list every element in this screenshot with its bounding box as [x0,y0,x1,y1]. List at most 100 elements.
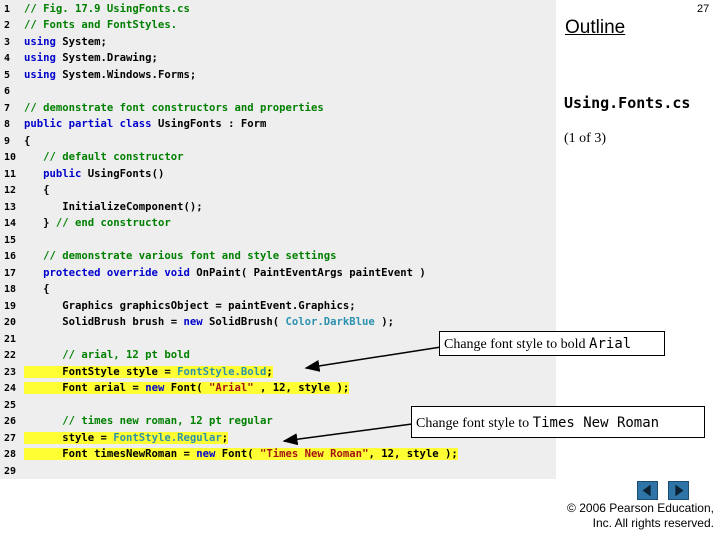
code-text: // arial, 12 pt bold [24,349,190,361]
code-token: } [24,217,56,229]
line-number: 9 [4,135,11,147]
code-token: // arial, 12 pt bold [24,349,190,361]
code-text: // times new roman, 12 pt regular [24,415,273,427]
code-text: public partial class UsingFonts : Form [24,118,266,130]
code-line: 10 // default constructor [0,149,556,166]
code-token: Font arial = [24,382,146,394]
code-text: using System.Drawing; [24,52,158,64]
line-number: 8 [4,119,11,130]
code-token: using [24,52,56,64]
line-number: 6 [4,86,11,97]
code-text: // Fig. 17.9 UsingFonts.cs [24,3,190,15]
code-line: 24 Font arial = new Font( "Arial" , 12, … [0,380,556,397]
code-line: 1 // Fig. 17.9 UsingFonts.cs [0,1,556,18]
code-text: SolidBrush brush = new SolidBrush( Color… [24,316,394,328]
callout-text: Change font style to [416,416,533,431]
code-token: "Arial" [208,382,254,394]
code-line: 7 // demonstrate font constructors and pr… [0,100,556,117]
code-token: SolidBrush( [202,316,286,328]
line-number: 11 [4,168,17,180]
line-number: 2 [4,20,11,31]
code-token: new [196,448,216,460]
code-token: protected override void [24,266,190,279]
code-token: System.Drawing; [55,52,158,64]
code-token: // Fonts and FontStyles. [24,19,178,31]
code-token: System; [55,35,107,48]
line-number: 10 [4,152,17,163]
line-number: 20 [4,317,17,328]
code-token: // times new roman, 12 pt regular [24,415,273,427]
code-line: 9{ [0,133,556,150]
callout-text: Change font style to bold [444,337,590,352]
code-text: Font arial = new Font( "Arial" , 12, sty… [24,382,350,394]
code-text: } // end constructor [24,217,171,229]
next-slide-button[interactable] [668,481,689,500]
code-token: UsingFonts : Form [151,118,267,130]
code-text: using System.Windows.Forms; [24,69,196,81]
line-number: 21 [4,333,17,345]
code-text: { [24,184,50,196]
code-line: 11 public UsingFonts() [0,166,556,183]
code-line: 18 { [0,281,556,298]
callout-times-new-roman: Change font style to Times New Roman [411,406,705,438]
code-token: style = [24,431,114,444]
code-line: 8 public partial class UsingFonts : Form [0,116,556,133]
copyright-line: Inc. All rights reserved. [592,516,714,530]
code-text: // demonstrate various font and style se… [24,250,337,262]
code-token: ); [374,316,394,328]
code-line: 23 FontStyle style = FontStyle.Bold; [0,364,556,381]
code-token: ; [266,365,273,378]
line-number: 18 [4,284,17,295]
code-line: 20 SolidBrush brush = new SolidBrush( Co… [0,314,556,331]
page-count: (1 of 3) [564,131,606,146]
previous-slide-button[interactable] [637,481,658,500]
outline-link[interactable]: Outline [565,17,625,39]
code-line: 4 using System.Drawing; [0,50,556,67]
code-text: InitializeComponent(); [24,200,203,213]
callout-code: Arial [589,336,632,352]
code-token: UsingFonts() [81,167,165,180]
code-text: // demonstrate font constructors and pro… [24,102,324,114]
code-token: using [24,68,56,81]
line-number: 26 [4,416,17,427]
code-token: using [24,35,56,48]
code-line: 29 [0,463,556,480]
code-token: FontStyle.Bold [177,365,267,378]
code-text: using System; [24,36,107,48]
slide-number: 27 [697,3,710,15]
code-token: System.Windows.Forms; [55,68,197,81]
line-number: 22 [4,350,17,361]
code-line: 6 [0,83,556,100]
code-line: 14 } // end constructor [0,215,556,232]
line-number: 24 [4,383,17,394]
code-text: protected override void OnPaint( PaintEv… [24,267,426,279]
line-number: 17 [4,267,17,279]
code-token: // end constructor [55,217,171,229]
line-number: 4 [4,53,11,64]
line-number: 12 [4,185,17,196]
code-token: { [24,134,31,147]
code-token: public [24,167,82,180]
code-text: { [24,135,30,147]
code-text: Font timesNewRoman = new Font( "Times Ne… [24,448,458,460]
code-token: Font( [215,448,261,460]
code-token: // demonstrate various font and style se… [24,250,337,262]
code-line: 19 Graphics graphicsObject = paintEvent.… [0,298,556,315]
code-token: Color.DarkBlue [285,316,375,328]
code-token: Font timesNewRoman = [24,448,197,460]
line-number: 23 [4,366,17,378]
line-number: 19 [4,300,17,312]
code-line: 16 // demonstrate various font and style… [0,248,556,265]
code-token: { [24,184,50,196]
line-number: 29 [4,465,17,477]
line-number: 7 [4,102,11,114]
code-text: style = FontStyle.Regular; [24,431,229,444]
code-token: new [183,316,203,328]
code-token: // demonstrate font constructors and pro… [24,101,324,114]
code-text: { [24,283,49,295]
code-token: ; [221,431,229,444]
line-number: 16 [4,251,17,262]
code-line: 12 { [0,182,556,199]
code-token: InitializeComponent(); [24,200,203,213]
code-token: FontStyle style = [24,365,178,378]
